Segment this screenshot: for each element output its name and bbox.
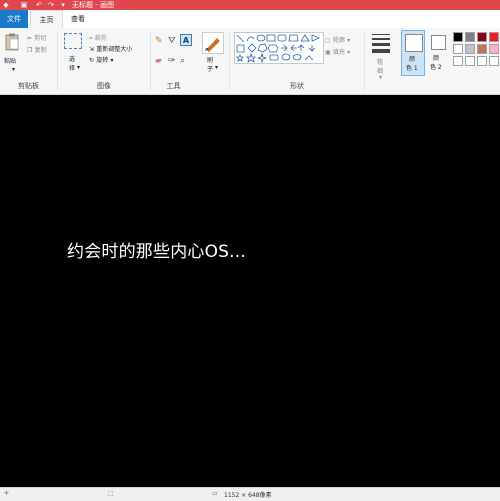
pencil-icon[interactable]: ✎ [155, 36, 163, 46]
fill-bucket-icon[interactable]: ⛛ [168, 36, 176, 46]
paste-label[interactable]: 粘贴 [4, 56, 16, 65]
paint-app-icon: ◆ [3, 1, 9, 9]
tab-file[interactable]: 文件 [0, 10, 28, 28]
resize-label: 重新调整大小 [96, 46, 133, 53]
color2-button[interactable]: 颜 色 2 [427, 30, 449, 76]
palette-swatch[interactable] [477, 44, 487, 54]
image-group: 选 择 ▾ ⌗ 裁剪 ⇲ 重新调整大小 ↻ 旋转 ▾ 图像 [58, 28, 150, 94]
brushes-dropdown-icon[interactable]: ▾ [215, 64, 218, 71]
ribbon-tabs: 文件 主页 查看 [0, 10, 500, 29]
crop-button[interactable]: ⌗ 裁剪 [89, 33, 107, 43]
paste-dropdown-icon[interactable]: ▾ [12, 66, 15, 73]
tab-home[interactable]: 主页 [30, 10, 63, 29]
window-title: 无标题 - 画图 [72, 1, 114, 9]
palette-swatch[interactable] [465, 32, 475, 42]
fill-icon: ▣ [325, 49, 331, 56]
resize-button[interactable]: ⇲ 重新调整大小 [89, 44, 132, 53]
status-bar: ✛ ⬚ ▭ 1152 × 648像素 [0, 487, 500, 501]
size-dropdown-icon[interactable]: ▾ [379, 74, 382, 81]
crop-label: 裁剪 [94, 35, 107, 42]
rotate-dropdown-icon: ▾ [110, 57, 114, 64]
color-selectors: 颜 色 1 颜 色 2 [399, 28, 449, 94]
outline-label: 轮廓 [332, 37, 345, 44]
selection-size-icon: ⬚ [108, 490, 114, 497]
eraser-icon[interactable]: ▰ [155, 56, 162, 66]
brushes-label-bottom[interactable]: 子 [207, 64, 213, 73]
color1-button[interactable]: 颜 色 1 [401, 30, 425, 76]
drawing-canvas[interactable] [0, 95, 500, 487]
rotate-icon: ↻ [89, 57, 95, 64]
brushes-group: 刷 子 ▾ [197, 28, 227, 94]
color1-label-top: 颜 [409, 56, 416, 63]
palette-swatch[interactable] [489, 44, 499, 54]
palette-swatch[interactable] [453, 44, 463, 54]
resize-icon: ⇲ [89, 46, 95, 53]
size-icon[interactable] [372, 34, 390, 53]
color2-label-bottom: 色 2 [430, 64, 442, 71]
palette-swatch[interactable] [477, 56, 487, 66]
tools-group-label: 工具 [166, 82, 181, 90]
palette-swatch[interactable] [453, 56, 463, 66]
select-label-top[interactable]: 选 [69, 54, 75, 63]
redo-icon[interactable]: ↷ [47, 1, 55, 9]
copy-icon: ❐ [27, 47, 33, 54]
title-bar: ◆ ▣ ↶ ↷ ▾ 无标题 - 画图 [0, 0, 500, 10]
size-group: 粗 细 ▾ [365, 28, 397, 94]
size-label-top[interactable]: 粗 [377, 57, 383, 66]
color-palette [451, 28, 500, 94]
text-tool-icon[interactable]: A [180, 34, 192, 46]
rotate-label: 旋转 [96, 57, 109, 64]
palette-swatch[interactable] [465, 44, 475, 54]
color-picker-icon[interactable]: ✑ [168, 56, 176, 66]
tab-view[interactable]: 查看 [63, 10, 93, 28]
color2-label-top: 颜 [433, 55, 440, 62]
ribbon: 粘贴 ▾ ✂ 剪切 ❐ 复制 剪贴板 选 择 ▾ ⌗ 裁剪 ⇲ 重新调整大小 ↻… [0, 28, 500, 95]
fill-button[interactable]: ▣ 填充 ▾ [325, 47, 350, 56]
crop-icon: ⌗ [89, 35, 93, 42]
rotate-button[interactable]: ↻ 旋转 ▾ [89, 55, 114, 64]
shapes-gallery-icons [236, 34, 321, 64]
image-size-icon: ▭ [212, 490, 218, 497]
select-label-bottom[interactable]: 择 [69, 63, 75, 72]
scissors-icon: ✂ [27, 35, 33, 42]
palette-swatch[interactable] [453, 32, 463, 42]
undo-icon[interactable]: ↶ [35, 1, 43, 9]
magnifier-icon[interactable]: ⌕ [180, 56, 185, 66]
color1-label-bottom: 色 1 [406, 65, 418, 72]
shapes-group: ▢ 轮廓 ▾ ▣ 填充 ▾ 形状 [230, 28, 364, 94]
image-group-label: 图像 [97, 82, 111, 90]
palette-swatch[interactable] [489, 32, 499, 42]
image-dimensions: 1152 × 648像素 [224, 492, 272, 499]
cut-label: 剪切 [34, 35, 47, 42]
palette-swatch[interactable] [489, 56, 499, 66]
color2-swatch [431, 35, 446, 50]
color1-swatch [405, 34, 423, 52]
fill-label: 填充 [332, 49, 345, 56]
brush-icon[interactable] [202, 32, 224, 54]
customize-quick-access-icon[interactable]: ▾ [59, 1, 67, 9]
tools-group: ✎ ⛛ A ▰ ✑ ⌕ 工具 [151, 28, 196, 94]
select-icon[interactable] [64, 33, 82, 49]
outline-icon: ▢ [325, 37, 331, 44]
brushes-label-top[interactable]: 刷 [207, 55, 213, 64]
palette-swatch[interactable] [465, 56, 475, 66]
cursor-position-icon: ✛ [4, 490, 10, 497]
copy-button[interactable]: ❐ 复制 [27, 45, 55, 55]
shapes-group-label: 形状 [290, 82, 304, 90]
shapes-gallery[interactable] [234, 32, 324, 64]
outline-button[interactable]: ▢ 轮廓 ▾ [325, 35, 350, 44]
clipboard-group: 粘贴 ▾ ✂ 剪切 ❐ 复制 剪贴板 [0, 28, 57, 94]
canvas-text: 约会时的那些内心OS... [67, 242, 246, 262]
cut-button[interactable]: ✂ 剪切 [27, 33, 55, 43]
paste-icon [5, 33, 19, 51]
copy-label: 复制 [34, 47, 47, 54]
palette-swatch[interactable] [477, 32, 487, 42]
paste-button[interactable] [5, 33, 19, 51]
select-dropdown-icon[interactable]: ▾ [77, 64, 80, 71]
save-icon[interactable]: ▣ [20, 1, 28, 9]
clipboard-group-label: 剪贴板 [18, 82, 39, 90]
